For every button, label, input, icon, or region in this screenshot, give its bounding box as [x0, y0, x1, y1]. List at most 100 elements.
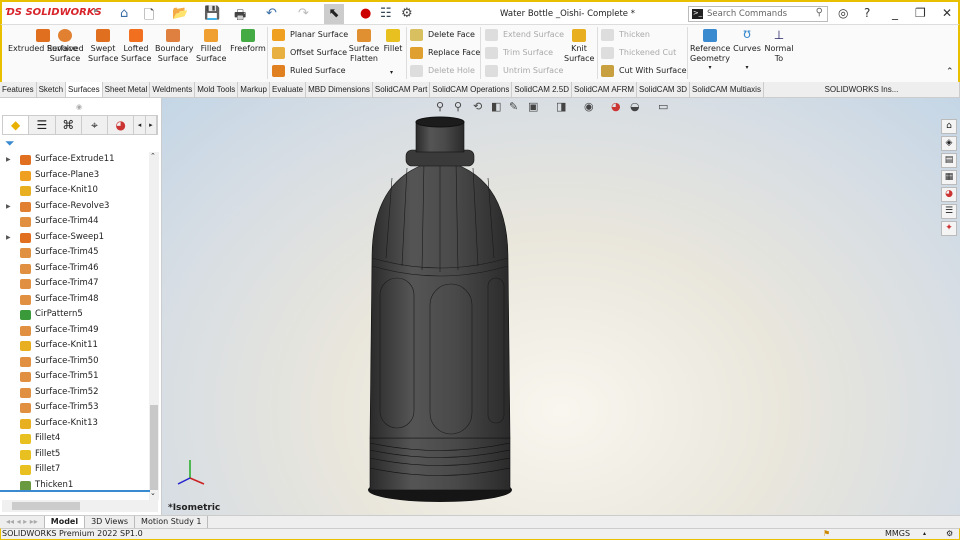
surface-flatten-button[interactable]: Surface Flatten [348, 29, 380, 63]
close-button[interactable]: ✕ [942, 6, 952, 20]
solidworks-logo[interactable]: ƊS SOLIDWORKS [6, 7, 102, 18]
tree-item[interactable]: Surface-Knit10 [0, 183, 150, 199]
reference-geometry-button[interactable]: Reference Geometry ▾ [690, 29, 730, 73]
replace-face-button[interactable]: Replace Face [410, 46, 480, 60]
zoom-area-icon[interactable]: ⚲ [454, 100, 462, 113]
view-orientation-icon[interactable]: ▣ [528, 100, 538, 113]
featuremanager-tab-icon[interactable]: ◆ [3, 116, 30, 134]
filter-icon[interactable]: ⏷ [5, 136, 15, 151]
dynamic-annotation-icon[interactable]: ✎ [509, 100, 518, 113]
tree-item[interactable]: Surface-Trim47 [0, 276, 150, 292]
tree-item[interactable]: Surface-Knit11 [0, 338, 150, 354]
knit-surface-button[interactable]: Knit Surface [564, 29, 594, 63]
unit-system-selector[interactable]: MMGS [885, 529, 910, 539]
freeform-button[interactable]: Freeform [230, 29, 266, 54]
tab-weldments[interactable]: Weldments [150, 82, 196, 97]
tree-item[interactable]: Surface-Trim53 [0, 400, 150, 416]
tree-item[interactable]: Surface-Trim50 [0, 354, 150, 370]
tree-item[interactable]: Surface-Trim46 [0, 261, 150, 277]
tree-item[interactable]: Surface-Trim48 [0, 292, 150, 308]
display-style-icon[interactable]: ◨ [556, 100, 566, 113]
tree-item[interactable]: Surface-Trim51 [0, 369, 150, 385]
tab-sheet-metal[interactable]: Sheet Metal [103, 82, 151, 97]
delete-face-button[interactable]: Delete Face [410, 28, 475, 42]
redo-icon[interactable]: ↷ [298, 6, 309, 21]
file-explorer-icon[interactable]: ▤ [941, 153, 957, 168]
zoom-to-fit-icon[interactable]: ⚲ [436, 100, 444, 113]
trim-surface-button[interactable]: Trim Surface [485, 46, 553, 60]
scroll-down-icon[interactable]: ⌄ [150, 489, 156, 497]
edit-appearance-icon[interactable]: ◕ [611, 100, 621, 113]
expand-arrow-icon[interactable]: ▶ [6, 230, 11, 246]
tree-item[interactable]: ▶ Surface-Extrude11 [0, 152, 150, 168]
filled-surface-button[interactable]: Filled Surface [196, 29, 226, 63]
apply-scene-icon[interactable]: ◒ [630, 100, 640, 113]
rebuild-status-icon[interactable]: ⚑ [823, 529, 830, 539]
fillet-button[interactable]: Fillet [382, 29, 404, 54]
delete-hole-button[interactable]: Delete Hole [410, 64, 475, 78]
swept-surface-button[interactable]: Swept Surface [88, 29, 118, 63]
tab-mold-tools[interactable]: Mold Tools [195, 82, 239, 97]
scroll-left-icon[interactable]: ◂ [134, 116, 146, 134]
tree-item[interactable]: Surface-Knit13 [0, 416, 150, 432]
collapse-ribbon-icon[interactable]: ⌃ [946, 67, 954, 77]
tree-item[interactable]: Fillet4 [0, 431, 150, 447]
scroll-up-icon[interactable]: ⌃ [150, 152, 156, 160]
view-palette-icon[interactable]: ▦ [941, 170, 957, 185]
dimxpertmanager-tab-icon[interactable]: ⌖ [82, 116, 109, 134]
previous-view-icon[interactable]: ⟲ [473, 100, 482, 113]
offset-surface-button[interactable]: Offset Surface [272, 46, 347, 60]
minimize-button[interactable]: _ [892, 6, 898, 20]
view-settings-icon[interactable]: ▭ [658, 100, 668, 113]
graphics-viewport[interactable]: *Isometric [162, 98, 960, 515]
customize-icon[interactable]: ⚙ [946, 529, 953, 539]
lofted-surface-button[interactable]: Lofted Surface [121, 29, 151, 63]
rollback-bar[interactable] [0, 490, 150, 492]
tab-3d-views[interactable]: 3D Views [85, 516, 136, 528]
file-properties-icon[interactable]: ☷ [380, 6, 392, 21]
thickened-cut-button[interactable]: Thickened Cut [601, 46, 676, 60]
save-icon[interactable]: 💾 [204, 6, 220, 21]
tab-solidcam-operations[interactable]: SolidCAM Operations [430, 82, 513, 97]
boundary-surface-button[interactable]: Boundary Surface [155, 29, 194, 63]
curves-button[interactable]: ʊ Curves ▾ [733, 28, 761, 72]
help-icon[interactable]: ? [864, 6, 870, 20]
solidworks-forum-icon[interactable]: ✦ [941, 221, 957, 236]
tree-item[interactable]: Surface-Plane3 [0, 168, 150, 184]
tab-solidcam-25d[interactable]: SolidCAM 2.5D [512, 82, 572, 97]
tree-item[interactable]: CirPattern5 [0, 307, 150, 323]
tab-model[interactable]: Model [44, 516, 86, 528]
tree-item[interactable]: Fillet5 [0, 447, 150, 463]
section-view-icon[interactable]: ◧ [491, 100, 501, 113]
home-view-icon[interactable]: ⌂ [941, 119, 957, 134]
open-icon[interactable]: 📂 [172, 6, 188, 21]
planar-surface-button[interactable]: Planar Surface [272, 28, 348, 42]
3d-parts-icon[interactable]: ◈ [941, 136, 957, 151]
custom-properties-icon[interactable]: ☰ [941, 204, 957, 219]
tab-solidcam-3d[interactable]: SolidCAM 3D [637, 82, 691, 97]
tab-solidcam-multiaxis[interactable]: SolidCAM Multiaxis [690, 82, 764, 97]
units-dropdown-icon[interactable]: ▴ [923, 529, 926, 539]
tree-item[interactable]: ▶ Surface-Revolve3 [0, 199, 150, 215]
expand-arrow-icon[interactable]: ▶ [6, 152, 11, 168]
tab-nav-arrows-icon[interactable]: ◂◂ ◂ ▸ ▸▸ [0, 516, 45, 528]
cut-with-surface-button[interactable]: Cut With Surface [601, 64, 687, 78]
propertymanager-tab-icon[interactable]: ☰ [29, 116, 56, 134]
tab-solidcam-part[interactable]: SolidCAM Part [373, 82, 431, 97]
tab-markup[interactable]: Markup [238, 82, 270, 97]
tree-item[interactable]: Surface-Trim52 [0, 385, 150, 401]
thicken-button[interactable]: Thicken [601, 28, 650, 42]
restore-button[interactable]: ❐ [915, 6, 926, 20]
tree-item[interactable]: Surface-Trim45 [0, 245, 150, 261]
tab-solidworks-inspection[interactable]: SOLIDWORKS Ins... [764, 82, 960, 97]
tab-solidcam-afrm[interactable]: SolidCAM AFRM [572, 82, 638, 97]
displaymanager-tab-icon[interactable]: ◕ [108, 116, 135, 134]
ruled-surface-button[interactable]: Ruled Surface [272, 64, 346, 78]
extend-surface-button[interactable]: Extend Surface [485, 28, 564, 42]
hide-show-items-icon[interactable]: ◉ [584, 100, 594, 113]
panel-grip[interactable]: ◉ [76, 103, 82, 111]
revolved-surface-button[interactable]: Revolved Surface [47, 29, 84, 63]
tab-sketch[interactable]: Sketch [37, 82, 67, 97]
tab-mbd-dimensions[interactable]: MBD Dimensions [306, 82, 373, 97]
home-icon[interactable]: ⌂ [120, 6, 128, 21]
